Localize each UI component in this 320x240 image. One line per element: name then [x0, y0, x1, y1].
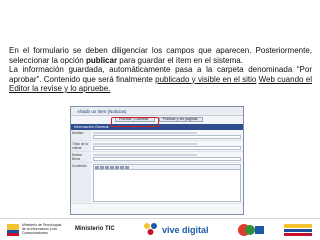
field-label: Noticia Breve: [71, 152, 91, 162]
footer-logos: Ministerio de Tecnologías de la Informac…: [0, 218, 320, 240]
published-underlined-text: publicado y visible en el sitio: [155, 74, 257, 84]
form-screenshot: Añadir un ítem (Noticias) Publicar | Can…: [70, 106, 244, 215]
nombre-input[interactable]: [93, 135, 241, 139]
form-window-title: Añadir un ítem (Noticias): [71, 107, 243, 116]
field-label: Contenido: [71, 163, 91, 203]
vive-digital-label: vive digital: [162, 225, 209, 235]
form-row-noticia-breve: Noticia Breve: [71, 152, 243, 163]
underline-icon[interactable]: [105, 166, 109, 169]
link-icon[interactable]: [110, 166, 114, 169]
publicar-emphasis: publicar: [85, 55, 118, 65]
fondo-tic-logo-icon: [238, 224, 264, 236]
field-label: Título de la noticia: [71, 141, 91, 151]
image-icon[interactable]: [115, 166, 119, 169]
ministerio-tic-label: Ministerio TIC: [75, 226, 115, 232]
ministry-name: Ministerio de Tecnologías de la Informac…: [22, 223, 62, 235]
form-row-titulo: Título de la noticia: [71, 141, 243, 152]
prosperidad-para-todos-logo-icon: [284, 224, 312, 236]
form-row-contenido: Contenido: [71, 163, 243, 204]
align-icon[interactable]: [125, 166, 129, 169]
italic-icon[interactable]: [100, 166, 104, 169]
instruction-paragraph-2: La información guardada, automáticamente…: [9, 65, 312, 93]
noticia-breve-input[interactable]: [93, 157, 241, 161]
titulo-input[interactable]: [93, 146, 241, 150]
instruction-paragraph-1: En el formulario se deben diligenciar lo…: [9, 46, 312, 65]
field-label: Nombre: [71, 130, 91, 140]
contenido-editor[interactable]: [93, 170, 241, 202]
instruction-text: En el formulario se deben diligenciar lo…: [9, 46, 312, 94]
publish-highlight: [111, 117, 159, 127]
vive-digital-logo-icon: [144, 223, 157, 235]
form-row-nombre: Nombre: [71, 130, 243, 141]
publish-and-view-button[interactable]: Publicar y ver páginas: [159, 117, 203, 122]
bold-icon[interactable]: [95, 166, 99, 169]
colombia-coat-of-arms-icon: [7, 224, 19, 236]
list-icon[interactable]: [120, 166, 124, 169]
